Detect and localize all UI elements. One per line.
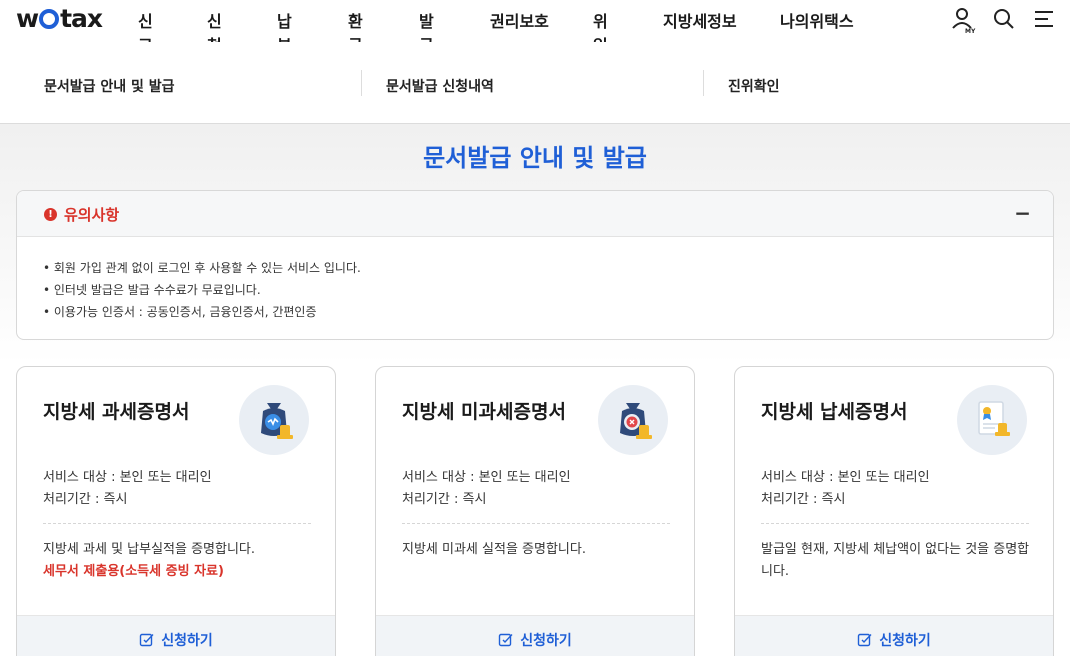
main-content: 문서발급 안내 및 발급 ! 유의사항 − • 회원 가입 관계 없이 로그인 …	[0, 124, 1070, 656]
processing-period: 처리기간 : 즉시	[761, 492, 846, 507]
header-tools: MY	[950, 6, 1056, 34]
certificate-icon	[957, 385, 1027, 455]
wetax-logo[interactable]: w tax	[16, 4, 103, 33]
apply-label: 신청하기	[879, 633, 931, 649]
global-header: wtax 신고 신청 납부 환급 발급 권리보호 위임 지방세정보 나의위택스 …	[0, 0, 1070, 55]
collapse-button[interactable]: −	[1014, 201, 1031, 225]
card-title: 지방세 과세증명서	[43, 401, 190, 423]
menu-icon[interactable]	[1032, 6, 1056, 34]
card-title: 지방세 미과세증명서	[402, 401, 566, 423]
menu-item-local-tax-info[interactable]: 지방세정보	[663, 8, 737, 32]
my-page-icon[interactable]: MY	[950, 6, 976, 34]
edit-icon	[140, 633, 154, 647]
svg-text:MY: MY	[965, 28, 976, 34]
apply-label: 신청하기	[161, 633, 213, 649]
page-title: 문서발급 안내 및 발급	[423, 144, 647, 172]
card-description: 지방세 과세 및 납부실적을 증명합니다. 세무서 제출용(소득세 증빙 자료)	[43, 539, 313, 583]
service-target: 서비스 대상 : 본인 또는 대리인	[761, 470, 930, 485]
description-text: 지방세 과세 및 납부실적을 증명합니다.	[43, 542, 256, 557]
card-non-tax-certificate: 지방세 미과세증명서 서비스 대상 : 본인 또는 대리인 처리기간 : 즉시 …	[375, 366, 695, 656]
card-meta: 서비스 대상 : 본인 또는 대리인 처리기간 : 즉시	[761, 467, 930, 511]
service-target: 서비스 대상 : 본인 또는 대리인	[43, 470, 212, 485]
tab-issue-history[interactable]: 문서발급 신청내역	[386, 76, 494, 96]
edit-icon	[858, 633, 872, 647]
search-icon[interactable]	[992, 6, 1016, 34]
apply-button[interactable]: 신청하기	[498, 630, 572, 650]
notice-title: 유의사항	[64, 206, 120, 224]
apply-button[interactable]: 신청하기	[139, 630, 213, 650]
menu-item-my-wetax[interactable]: 나의위택스	[780, 8, 854, 32]
divider	[43, 523, 311, 524]
tax-bag-icon	[239, 385, 309, 455]
notice-panel: ! 유의사항 − • 회원 가입 관계 없이 로그인 후 사용할 수 있는 서비…	[16, 190, 1054, 340]
apply-button[interactable]: 신청하기	[857, 630, 931, 650]
description-text: 지방세 미과세 실적을 증명합니다.	[402, 542, 586, 557]
alert-icon: !	[44, 208, 57, 221]
card-tax-payment-certificate: 지방세 납세증명서 서비스 대상 : 본인 또는 대리인 처리기간 : 즉시 발…	[734, 366, 1054, 656]
tax-bag-x-icon	[598, 385, 668, 455]
apply-label: 신청하기	[520, 633, 572, 649]
card-title: 지방세 납세증명서	[761, 401, 908, 423]
edit-icon	[499, 633, 513, 647]
card-footer: 신청하기	[735, 615, 1053, 656]
card-meta: 서비스 대상 : 본인 또는 대리인 처리기간 : 즉시	[402, 467, 571, 511]
sub-navigation: 문서발급 안내 및 발급 문서발급 신청내역 진위확인	[0, 42, 1070, 124]
menu-item-rights[interactable]: 권리보호	[490, 8, 549, 32]
tab-issue-guide[interactable]: 문서발급 안내 및 발급	[44, 76, 175, 96]
processing-period: 처리기간 : 즉시	[43, 492, 128, 507]
notice-item: • 인터넷 발급은 발급 수수료가 무료입니다.	[43, 283, 261, 297]
divider	[761, 523, 1029, 524]
processing-period: 처리기간 : 즉시	[402, 492, 487, 507]
divider	[402, 523, 670, 524]
tab-authenticity-check[interactable]: 진위확인	[728, 76, 780, 96]
card-footer: 신청하기	[17, 615, 335, 656]
notice-item: • 회원 가입 관계 없이 로그인 후 사용할 수 있는 서비스 입니다.	[43, 261, 361, 275]
notice-list: • 회원 가입 관계 없이 로그인 후 사용할 수 있는 서비스 입니다. • …	[17, 237, 1053, 323]
notice-header[interactable]: ! 유의사항 −	[17, 191, 1053, 237]
card-footer: 신청하기	[376, 615, 694, 656]
card-description: 지방세 미과세 실적을 증명합니다.	[402, 539, 672, 561]
description-text: 발급일 현재, 지방세 체납액이 없다는 것을 증명합니다.	[761, 542, 1030, 579]
card-meta: 서비스 대상 : 본인 또는 대리인 처리기간 : 즉시	[43, 467, 212, 511]
card-description: 발급일 현재, 지방세 체납액이 없다는 것을 증명합니다.	[761, 539, 1031, 583]
tab-divider	[703, 70, 704, 96]
description-note: 세무서 제출용(소득세 증빙 자료)	[43, 564, 224, 579]
tab-divider	[361, 70, 362, 96]
card-tax-certificate: 지방세 과세증명서 서비스 대상 : 본인 또는 대리인 처리기간 : 즉시 지…	[16, 366, 336, 656]
notice-item: • 이용가능 인증서 : 공동인증서, 금융인증서, 간편인증	[43, 305, 317, 319]
service-target: 서비스 대상 : 본인 또는 대리인	[402, 470, 571, 485]
